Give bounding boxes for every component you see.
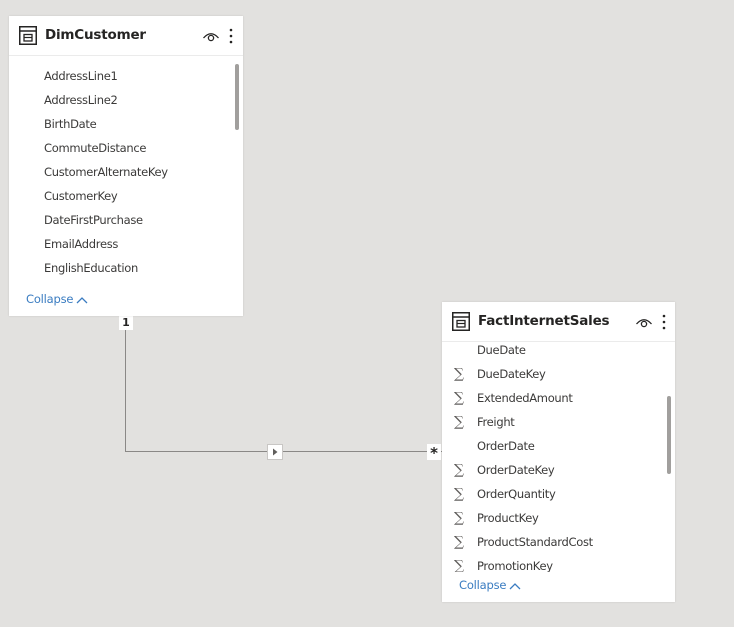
field-item[interactable]: CustomerKey	[9, 184, 243, 208]
field-label: AddressLine2	[44, 93, 118, 107]
field-label: AddressLine1	[44, 69, 118, 83]
table-card-factinternetsales[interactable]: FactInternetSales DueDate ∑ DueDateKey ∑…	[442, 302, 675, 602]
field-label: CustomerAlternateKey	[44, 165, 168, 179]
sigma-icon: ∑	[454, 510, 464, 526]
eye-icon[interactable]	[635, 315, 653, 329]
field-label: DateFirstPurchase	[44, 213, 143, 227]
field-item[interactable]: DueDate	[442, 342, 675, 362]
sigma-icon: ∑	[454, 486, 464, 502]
collapse-link[interactable]: Collapse	[459, 578, 521, 592]
sigma-icon: ∑	[454, 462, 464, 478]
field-item[interactable]: AddressLine1	[9, 64, 243, 88]
sigma-icon: ∑	[454, 414, 464, 430]
field-item[interactable]: CustomerAlternateKey	[9, 160, 243, 184]
field-item[interactable]: ∑ Freight	[442, 410, 675, 434]
field-item[interactable]: ∑ ProductKey	[442, 506, 675, 530]
table-card-dimcustomer[interactable]: DimCustomer AddressLine1 AddressLine2 Bi…	[9, 16, 243, 316]
field-label: ProductStandardCost	[477, 535, 593, 549]
chevron-up-icon	[509, 582, 521, 589]
field-item[interactable]: OrderDate	[442, 434, 675, 458]
field-label: DueDate	[477, 343, 526, 357]
collapse-link[interactable]: Collapse	[26, 292, 88, 306]
field-item[interactable]: ∑ OrderDateKey	[442, 458, 675, 482]
table-icon	[19, 26, 37, 45]
table-card-header[interactable]: DimCustomer	[9, 16, 243, 56]
field-label: ProductKey	[477, 511, 539, 525]
sigma-icon: ∑	[454, 534, 464, 550]
more-options-icon[interactable]	[661, 313, 667, 331]
field-label: DueDateKey	[477, 367, 546, 381]
field-item[interactable]: EmailAddress	[9, 232, 243, 256]
field-label: PromotionKey	[477, 559, 553, 572]
relationship-line-horizontal[interactable]	[125, 451, 442, 452]
field-label: CommuteDistance	[44, 141, 147, 155]
chevron-up-icon	[76, 296, 88, 303]
field-item[interactable]: ∑ PromotionKey	[442, 554, 675, 572]
field-label: OrderDate	[477, 439, 535, 453]
collapse-label: Collapse	[26, 292, 74, 306]
field-label: ExtendedAmount	[477, 391, 573, 405]
filter-direction-icon[interactable]	[267, 444, 283, 460]
field-item[interactable]: ∑ DueDateKey	[442, 362, 675, 386]
cardinality-one-label: 1	[119, 316, 133, 330]
field-label: BirthDate	[44, 117, 97, 131]
field-item[interactable]: CommuteDistance	[9, 136, 243, 160]
collapse-label: Collapse	[459, 578, 507, 592]
field-label: Freight	[477, 415, 515, 429]
field-list[interactable]: DueDate ∑ DueDateKey ∑ ExtendedAmount ∑ …	[442, 342, 675, 572]
field-label: EmailAddress	[44, 237, 119, 251]
field-item[interactable]: AddressLine2	[9, 88, 243, 112]
table-title: DimCustomer	[45, 27, 146, 43]
field-list[interactable]: AddressLine1 AddressLine2 BirthDate Comm…	[9, 56, 243, 292]
sigma-icon: ∑	[454, 390, 464, 406]
eye-icon[interactable]	[202, 29, 220, 43]
table-title: FactInternetSales	[478, 313, 610, 329]
table-icon	[452, 312, 470, 331]
field-item[interactable]: DateFirstPurchase	[9, 208, 243, 232]
field-item[interactable]: ∑ ExtendedAmount	[442, 386, 675, 410]
table-card-header[interactable]: FactInternetSales	[442, 302, 675, 342]
field-item[interactable]: ∑ OrderQuantity	[442, 482, 675, 506]
sigma-icon: ∑	[454, 366, 464, 382]
scrollbar-thumb[interactable]	[235, 64, 239, 130]
field-item[interactable]: ∑ ProductStandardCost	[442, 530, 675, 554]
sigma-icon: ∑	[454, 558, 464, 572]
field-label: EnglishEducation	[44, 261, 138, 275]
field-item[interactable]: EnglishEducation	[9, 256, 243, 280]
field-label: OrderQuantity	[477, 487, 556, 501]
field-item[interactable]: BirthDate	[9, 112, 243, 136]
field-label: CustomerKey	[44, 189, 118, 203]
scrollbar-thumb[interactable]	[667, 396, 671, 474]
cardinality-many-label: *	[427, 444, 441, 462]
relationship-line-vertical[interactable]	[125, 330, 126, 452]
more-options-icon[interactable]	[228, 27, 234, 45]
field-label: OrderDateKey	[477, 463, 555, 477]
